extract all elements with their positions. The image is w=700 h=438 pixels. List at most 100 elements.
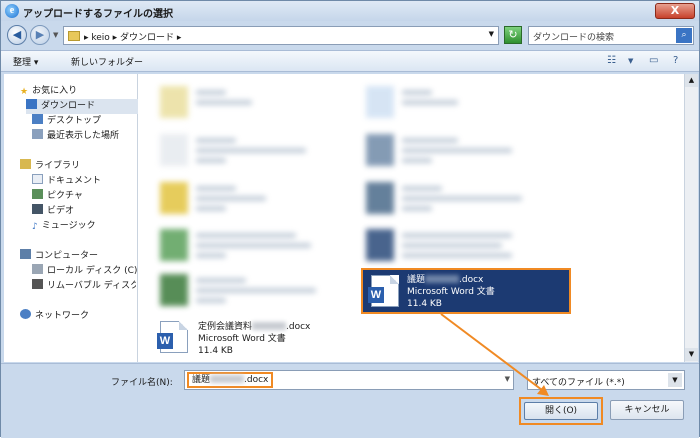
file-size: 11.4 KB [198,346,233,356]
redacted-text [402,90,432,95]
sidebar-item-music[interactable]: ♪ ミュージック [32,219,96,234]
chevron-down-icon[interactable]: ▼ [505,375,510,383]
cancel-button[interactable]: キャンセル [610,400,684,420]
recent-pages-dropdown-icon[interactable]: ▼ [53,31,58,39]
music-icon: ♪ [32,222,38,232]
file-name: 定例会議資料 .docx [198,322,310,333]
redacted-text [402,253,512,258]
redacted-text [402,243,502,248]
sidebar-item-network[interactable]: ネットワーク [20,309,89,324]
desktop-icon [32,114,43,124]
drive-icon [32,264,43,274]
library-icon [20,159,31,169]
list-item-selected-file[interactable]: W 議題 .docx Microsoft Word 文書 11.4 KB [361,268,571,314]
back-button[interactable]: ◀ [7,25,27,45]
file-name-suffix: .docx [459,275,484,285]
filename-value[interactable]: 議題 .docx [187,372,274,388]
scroll-up-icon[interactable]: ▲ [685,74,698,87]
word-logo-icon: W [157,333,173,349]
close-button[interactable]: X [655,3,695,19]
redacted-text [402,148,512,153]
file-icon [160,134,188,166]
redacted-text [196,253,226,258]
sidebar-item-favorites[interactable]: ★ お気に入り [20,84,77,99]
page-fold [179,321,188,330]
installer-icon [366,229,394,261]
sidebar-item-libraries[interactable]: ライブラリ [20,159,80,174]
file-name-prefix: 議題 [407,275,426,285]
sidebar-item-documents[interactable]: ドキュメント [32,174,101,189]
search-icon[interactable]: ⌕ [676,28,692,43]
redacted-text [196,206,226,211]
redacted-text [402,100,458,105]
documents-icon [32,174,43,184]
file-icon [366,86,394,118]
redacted-text [196,100,252,105]
redacted-text [402,186,442,191]
navigation-bar: ◀ ▶ ▼ ▸ keio ▸ ダウンロード ▸ ▼ ↻ ダウンロードの検索 ⌕ [1,23,699,47]
network-icon [20,309,31,319]
sidebar-item-desktop[interactable]: デスクトップ [32,114,101,129]
installer-icon [366,134,394,166]
word-document-icon: W [368,275,399,307]
sidebar-item-videos[interactable]: ビデオ [32,204,74,219]
filename-label: ファイル名(N): [111,378,173,388]
file-name-suffix: .docx [286,322,311,332]
sidebar-item-removable-disk[interactable]: リムーバブル ディスク (E [32,279,136,294]
address-path[interactable]: ▸ keio ▸ ダウンロード ▸ [84,30,181,43]
dialog-title: アップロードするファイルの選択 [23,9,173,20]
search-input[interactable]: ダウンロードの検索 [533,30,614,43]
redaction-mask [252,322,287,330]
redacted-text [196,298,226,303]
organize-button[interactable]: 整理 ▾ [13,55,38,68]
filetype-select[interactable]: すべてのファイル (*.*) ▼ [527,370,685,390]
ie-logo-icon: e [5,4,19,18]
preview-pane-icon[interactable]: ▭ [649,55,658,66]
file-size: 11.4 KB [407,299,442,309]
redacted-text [196,233,296,238]
chevron-down-icon[interactable]: ▼ [668,373,682,387]
navigation-pane: ★ お気に入り ダウンロード デスクトップ 最近表示した場所 ライブラリ ドキュメ… [4,74,138,362]
word-logo-icon: W [368,287,384,303]
computer-icon [20,249,31,259]
new-folder-button[interactable]: 新しいフォルダー [71,55,143,68]
title-bar[interactable]: e アップロードするファイルの選択 X [1,1,699,21]
address-bar[interactable]: ▸ keio ▸ ダウンロード ▸ ▼ [63,26,499,45]
refresh-button[interactable]: ↻ [504,26,522,44]
sidebar-item-recent-places[interactable]: 最近表示した場所 [32,129,119,144]
sidebar-item-local-disk[interactable]: ローカル ディスク (C) [32,264,137,279]
help-icon[interactable]: ? [673,55,678,66]
vertical-scrollbar[interactable]: ▲ ▼ [684,74,698,362]
download-folder-icon [26,99,37,109]
redacted-text [402,158,432,163]
sidebar-item-computer[interactable]: コンピューター [20,249,98,264]
redaction-mask [425,275,460,283]
open-button[interactable]: 開く(O) [524,402,598,420]
pictures-icon [32,189,43,199]
redacted-text [402,206,432,211]
installer-icon [366,182,394,214]
search-box[interactable]: ダウンロードの検索 ⌕ [528,26,694,45]
page-fold [390,275,399,284]
filename-prefix: 議題 [192,375,211,385]
forward-button[interactable]: ▶ [30,25,50,45]
redacted-text [196,90,226,95]
sidebar-item-downloads[interactable]: ダウンロード [26,99,138,114]
file-list: W 定例会議資料 .docx Microsoft Word 文書 11.4 KB [138,74,684,362]
word-document-icon: W [157,321,188,353]
sidebar-item-pictures[interactable]: ピクチャ [32,189,83,204]
chevron-down-icon[interactable]: ▼ [628,57,633,65]
redacted-text [196,186,236,191]
folder-icon [160,86,188,118]
file-type: Microsoft Word 文書 [198,334,286,344]
dialog-footer: ファイル名(N): 議題 .docx ▼ すべてのファイル (*.*) ▼ 開く(… [1,363,699,438]
filename-field[interactable]: 議題 .docx ▼ [184,370,514,390]
view-options-icon[interactable]: ☷ [607,55,616,66]
scroll-down-icon[interactable]: ▼ [685,348,698,361]
videos-icon [32,204,43,214]
chevron-down-icon[interactable]: ▼ [489,30,494,38]
open-button-highlight: 開く(O) [519,397,603,425]
redacted-text [196,288,316,293]
redacted-text [196,243,311,248]
folder-icon [68,31,80,41]
